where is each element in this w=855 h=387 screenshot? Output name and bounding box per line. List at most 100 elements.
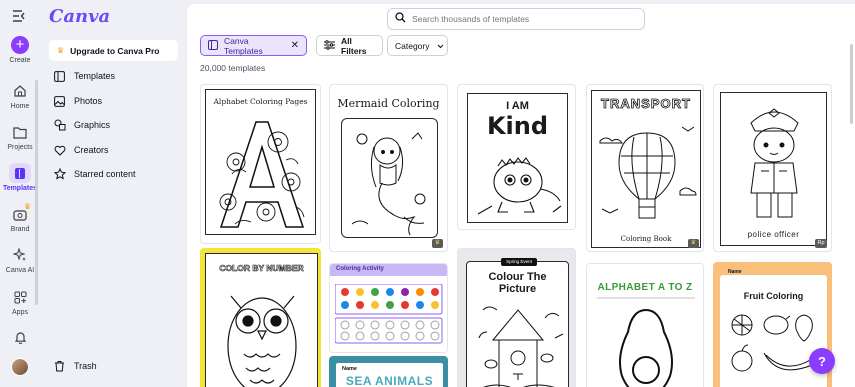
filter-chip-label: Canva Templates bbox=[224, 35, 263, 56]
apps-icon bbox=[10, 287, 30, 307]
rail-projects[interactable]: Projects bbox=[0, 122, 40, 151]
results-count: 20,000 templates bbox=[200, 63, 266, 73]
birdhouse-art bbox=[478, 306, 564, 387]
home-icon bbox=[10, 81, 30, 101]
main-content: Canva Templates ✕ All Filters Category 2… bbox=[187, 4, 855, 387]
rail-home[interactable]: Home bbox=[0, 81, 40, 110]
template-name-label: Name bbox=[728, 269, 742, 275]
template-card[interactable]: COLOR BY NUMBER bbox=[200, 248, 321, 387]
template-thumbnail: Name SEA ANIMALS bbox=[336, 363, 443, 387]
bell-icon bbox=[10, 327, 30, 347]
sidebar-item-label: Photos bbox=[74, 96, 103, 106]
filter-chip-canva-templates[interactable]: Canva Templates ✕ bbox=[200, 35, 307, 56]
chevron-down-icon bbox=[437, 41, 444, 51]
rail-brand[interactable]: Brand bbox=[0, 204, 40, 233]
upgrade-label: Upgrade to Canva Pro bbox=[70, 45, 160, 56]
template-thumbnail: Spring Event Colour The Picture bbox=[466, 258, 569, 387]
filter-sliders-icon bbox=[324, 39, 335, 52]
rail-scrollbar[interactable] bbox=[35, 80, 38, 305]
sparkle-icon bbox=[10, 245, 30, 265]
rail-apps-label: Apps bbox=[12, 309, 28, 316]
crown-icon: ♛ bbox=[688, 239, 699, 248]
owl-art bbox=[227, 295, 297, 387]
nav-rail: + Create Home Projects Templates Brand ♛… bbox=[0, 0, 40, 387]
avocado-art bbox=[619, 308, 673, 387]
template-card[interactable]: I AM Kind bbox=[457, 84, 576, 230]
sidebar-item-starred[interactable]: Starred content bbox=[53, 166, 136, 182]
crown-icon: ♛ bbox=[24, 202, 32, 211]
plus-icon: + bbox=[11, 36, 29, 54]
trash-label: Trash bbox=[74, 361, 97, 371]
fruit-art bbox=[731, 314, 813, 372]
template-card[interactable]: Coloring Activity bbox=[329, 263, 448, 353]
crown-icon: ♛ bbox=[432, 239, 443, 248]
pro-badge: Rp bbox=[815, 239, 827, 248]
avatar[interactable] bbox=[11, 358, 29, 376]
template-caption: police officer bbox=[747, 230, 800, 239]
folder-icon bbox=[10, 122, 30, 142]
category-dropdown[interactable]: Category bbox=[387, 35, 448, 56]
rail-apps[interactable]: Apps bbox=[0, 287, 40, 316]
template-card[interactable]: Alphabet Coloring Pages bbox=[200, 84, 321, 244]
template-card[interactable]: Name SEA ANIMALS bbox=[329, 356, 448, 387]
main-scrollbar[interactable] bbox=[850, 44, 853, 124]
sidebar-item-label: Graphics bbox=[74, 120, 111, 130]
star-icon bbox=[53, 168, 66, 181]
template-footer: Coloring Book bbox=[620, 235, 672, 243]
templates-icon bbox=[53, 70, 66, 83]
template-thumbnail: Name Fruit Coloring bbox=[720, 269, 827, 387]
search-input[interactable] bbox=[412, 14, 632, 24]
sidebar-item-label: Creators bbox=[74, 145, 109, 155]
rail-create[interactable]: + Create bbox=[0, 36, 40, 64]
template-card[interactable]: ALPHABET A TO Z bbox=[586, 263, 704, 387]
template-thumbnail: I AM Kind bbox=[467, 93, 568, 223]
rail-templates[interactable]: Templates bbox=[0, 163, 40, 192]
sidebar-item-trash[interactable]: Trash bbox=[53, 358, 97, 374]
template-title: ALPHABET A TO Z bbox=[597, 282, 693, 293]
letter-a-floral-art bbox=[219, 121, 305, 228]
rail-templates-label: Templates bbox=[2, 185, 38, 192]
template-thumbnail: Alphabet Coloring Pages bbox=[205, 89, 316, 235]
search-bar[interactable] bbox=[387, 8, 645, 30]
trash-icon bbox=[53, 360, 66, 373]
template-card[interactable]: TRANSPORT Coloring Book ♛ bbox=[586, 84, 704, 252]
template-thumbnail: TRANSPORT Coloring Book bbox=[591, 90, 701, 248]
rail-canva-ai[interactable]: Canva AI bbox=[0, 245, 40, 274]
notifications-button[interactable] bbox=[0, 327, 40, 349]
police-officer-art bbox=[750, 108, 799, 218]
heart-icon bbox=[53, 144, 66, 157]
mermaid-art bbox=[351, 132, 426, 236]
template-title: Alphabet Coloring Pages bbox=[213, 97, 308, 106]
template-title: COLOR BY NUMBER bbox=[219, 263, 304, 274]
upgrade-button[interactable]: ♛ Upgrade to Canva Pro bbox=[49, 40, 178, 61]
sidebar-item-label: Templates bbox=[74, 71, 116, 81]
template-title: SEA ANIMALS bbox=[345, 374, 434, 387]
rail-canva-ai-label: Canva AI bbox=[5, 267, 35, 274]
sidebar-item-photos[interactable]: Photos bbox=[53, 93, 102, 109]
template-card[interactable]: Mermaid Coloring ♛ bbox=[329, 84, 448, 252]
rail-projects-label: Projects bbox=[7, 144, 33, 151]
template-title: TRANSPORT bbox=[601, 96, 691, 112]
hot-air-balloon-art bbox=[599, 126, 697, 219]
crown-icon: ♛ bbox=[57, 46, 65, 55]
sidebar-item-creators[interactable]: Creators bbox=[53, 142, 109, 158]
rail-create-label: Create bbox=[9, 57, 31, 64]
template-title: Coloring Activity bbox=[336, 266, 384, 272]
template-name-label: Name bbox=[342, 366, 357, 372]
template-thumbnail bbox=[341, 118, 438, 238]
sidebar-item-templates[interactable]: Templates bbox=[53, 68, 115, 84]
help-button[interactable]: ? bbox=[809, 348, 835, 374]
close-icon[interactable]: ✕ bbox=[291, 40, 299, 51]
templates-icon bbox=[9, 163, 31, 183]
sidebar-item-graphics[interactable]: Graphics bbox=[53, 117, 110, 133]
sidebar: Canva ♛ Upgrade to Canva Pro Templates P… bbox=[41, 0, 187, 387]
category-label: Category bbox=[395, 40, 430, 51]
template-thumbnail: police officer bbox=[720, 92, 827, 246]
all-filters-button[interactable]: All Filters bbox=[316, 35, 383, 56]
template-card[interactable]: police officer Rp bbox=[713, 84, 832, 252]
template-card[interactable]: Spring Event Colour The Picture bbox=[457, 248, 576, 387]
canva-logo[interactable]: Canva bbox=[49, 6, 110, 27]
collapse-menu-icon[interactable] bbox=[12, 9, 28, 23]
template-thumbnail: COLOR BY NUMBER bbox=[205, 253, 318, 387]
color-dots-art bbox=[335, 284, 443, 344]
